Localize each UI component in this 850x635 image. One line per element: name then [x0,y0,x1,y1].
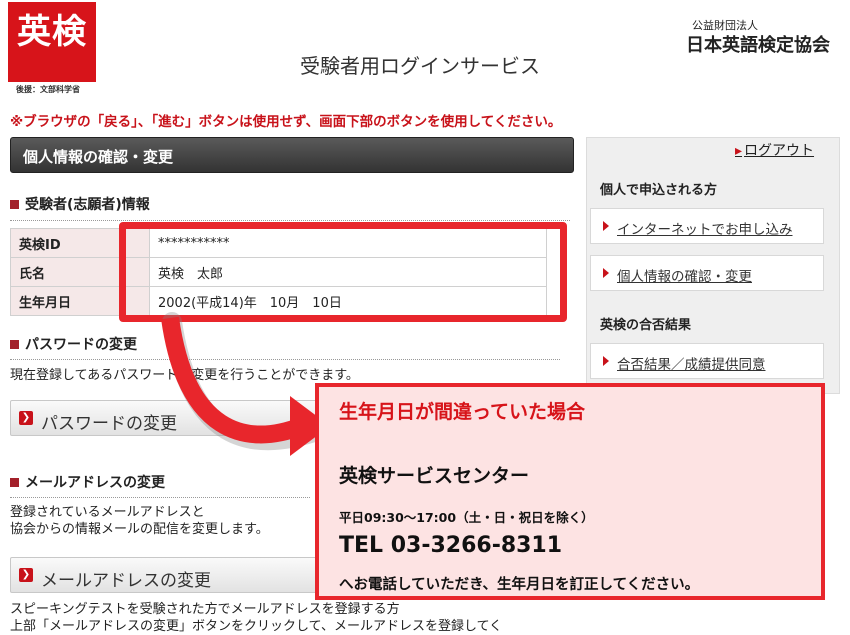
service-center-name: 英検サービスセンター [339,465,530,487]
birthdate-callout: 生年月日が間違っていた場合 英検サービスセンター 平日09:30～17:00（土… [315,383,825,600]
callout-title: 生年月日が間違っていた場合 [339,401,586,423]
service-phone: TEL 03-3266-8311 [339,533,563,558]
service-hours: 平日09:30～17:00（土・日・祝日を除く） [339,510,594,525]
callout-note: へお電話していただき、生年月日を訂正してください。 [339,577,700,593]
